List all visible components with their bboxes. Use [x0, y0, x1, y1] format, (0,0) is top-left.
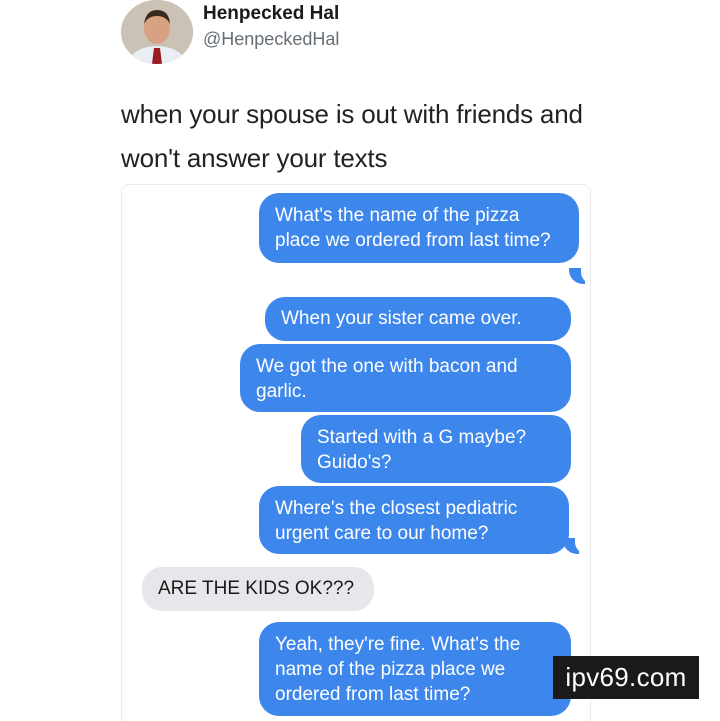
sent-message-bubble: Started with a G maybe? Guido's? — [301, 415, 571, 483]
message-text: ARE THE KIDS OK??? — [158, 578, 355, 599]
message-thread-screenshot: What's the name of the pizza place we or… — [121, 184, 591, 721]
message-text: We got the one with bacon and garlic. — [256, 356, 518, 402]
message-text: Yeah, they're fine. What's the name of t… — [275, 634, 521, 705]
sent-message-bubble: What's the name of the pizza place we or… — [259, 193, 579, 263]
message-text: When your sister came over. — [281, 308, 522, 329]
received-message-bubble: ARE THE KIDS OK??? — [142, 567, 374, 611]
tweet-text: when your spouse is out with friends and… — [121, 99, 583, 173]
author-handle[interactable]: @HenpeckedHal — [203, 29, 339, 50]
author-name[interactable]: Henpecked Hal — [203, 3, 339, 25]
sent-message-bubble: When your sister came over. — [265, 297, 571, 341]
sent-message-bubble: Yeah, they're fine. What's the name of t… — [259, 622, 571, 716]
avatar[interactable] — [121, 0, 193, 64]
bubble-tail — [563, 536, 589, 554]
sent-message-bubble: Where's the closest pediatric urgent car… — [259, 486, 569, 554]
bubble-tail — [569, 266, 590, 284]
tweet-header: Henpecked Hal @HenpeckedHal — [121, 0, 701, 70]
message-text: Started with a G maybe? Guido's? — [317, 427, 527, 473]
watermark: ipv69.com — [553, 656, 699, 699]
message-text: Where's the closest pediatric urgent car… — [275, 498, 518, 544]
message-text: What's the name of the pizza place we or… — [275, 205, 551, 251]
sent-message-bubble: We got the one with bacon and garlic. — [240, 344, 571, 412]
